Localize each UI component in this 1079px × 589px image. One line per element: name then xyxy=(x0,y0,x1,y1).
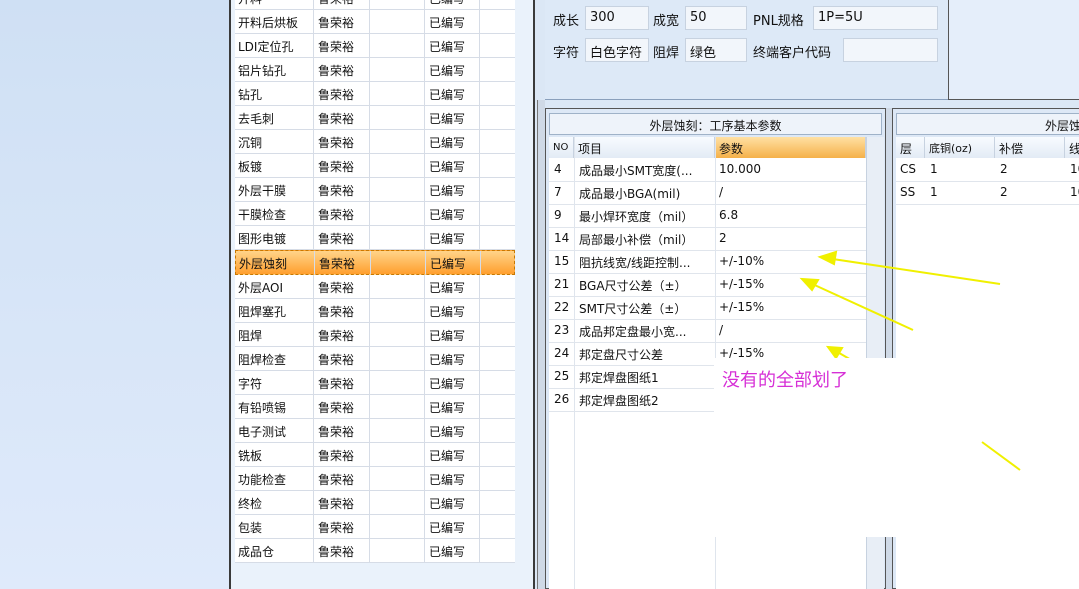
annotation-note-text: 没有的全部划了 xyxy=(722,370,848,391)
arrow-head xyxy=(825,345,844,360)
arrow-line xyxy=(807,281,914,331)
arrow-line xyxy=(825,257,1001,285)
arrow-head xyxy=(799,277,820,292)
annotation-note: 没有的全部划了 xyxy=(714,358,980,537)
arrow-head xyxy=(817,250,838,266)
arrow-line xyxy=(981,441,1021,471)
